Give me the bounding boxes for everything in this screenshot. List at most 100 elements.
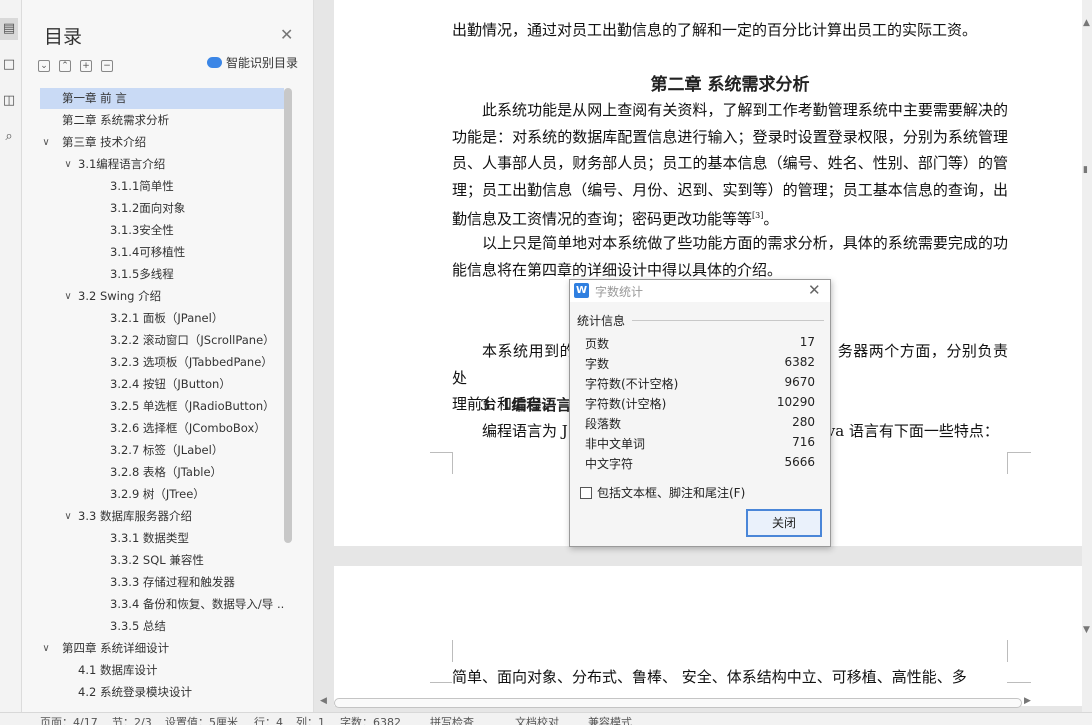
- toc-item[interactable]: 第二章 系统需求分析: [40, 110, 284, 131]
- toc-item[interactable]: 3.3.1 数据类型: [40, 528, 284, 549]
- status-spellcheck[interactable]: 拼写检查: [430, 714, 474, 725]
- toc-item-label: 3.3 数据库服务器介绍: [78, 509, 192, 523]
- pages-icon[interactable]: □: [0, 54, 18, 76]
- toc-item[interactable]: 第一章 前 言: [40, 88, 284, 109]
- toc-item[interactable]: ∨ 第三章 技术介绍: [40, 132, 284, 153]
- toc-item[interactable]: 4.2 系统登录模块设计: [40, 682, 284, 698]
- toc-item[interactable]: ∨ 3.3 数据库服务器介绍: [40, 506, 284, 527]
- stat-value: 9670: [784, 375, 815, 389]
- toc-item[interactable]: 3.1.2面向对象: [40, 198, 284, 219]
- smart-toc-button[interactable]: 智能识别目录: [207, 54, 298, 71]
- checkbox-label: 包括文本框、脚注和尾注(F): [597, 486, 746, 500]
- toc-item[interactable]: 3.2.7 标签（JLabel）: [40, 440, 284, 461]
- toc-item-label: 4.2 系统登录模块设计: [78, 685, 192, 698]
- toc-item[interactable]: 3.2.8 表格（JTable）: [40, 462, 284, 483]
- status-proof[interactable]: 文档校对: [515, 714, 559, 725]
- stat-label: 段落数: [585, 417, 622, 431]
- bookmark-icon[interactable]: ◫: [0, 90, 18, 112]
- toc-item-label: 第三章 技术介绍: [62, 135, 147, 149]
- stat-label: 字符数(计空格): [585, 397, 667, 411]
- dialog-titlebar[interactable]: W 字数统计 ✕: [570, 280, 830, 302]
- left-icon-strip: ▤ □ ◫ ⌕: [0, 0, 22, 712]
- remove-icon[interactable]: −: [101, 59, 113, 72]
- toc-item-label: 3.2.2 滚动窗口（JScrollPane）: [110, 333, 275, 347]
- scroll-down-icon[interactable]: ▼: [1083, 625, 1090, 635]
- stat-value: 716: [792, 435, 815, 449]
- toc-item-label: 3.3.3 存储过程和触发器: [110, 575, 235, 589]
- horizontal-scrollbar[interactable]: ◀ ▶: [320, 696, 1035, 710]
- scroll-track[interactable]: [334, 698, 1022, 708]
- stat-label: 字数: [585, 357, 610, 371]
- toc-item[interactable]: 3.2.9 树（JTree）: [40, 484, 284, 505]
- expand-up-icon[interactable]: ⌃: [59, 59, 71, 72]
- status-bar: 页面：4/17 节：2/3 设置值：5厘米 行：4 列：1 字数：6382 拼写…: [0, 712, 1092, 725]
- toc-item-label: 3.1编程语言介绍: [78, 157, 166, 171]
- toc-item[interactable]: 3.2.4 按钮（JButton）: [40, 374, 284, 395]
- toc-item-label: 3.2.1 面板（JPanel）: [110, 311, 224, 325]
- toc-item-label: 3.2.8 表格（JTable）: [110, 465, 223, 479]
- toc-item-label: 3.2.5 单选框（JRadioButton）: [110, 399, 275, 413]
- toc-item-label: 3.3.5 总结: [110, 619, 166, 633]
- stat-label: 非中文单词: [585, 437, 646, 451]
- toc-item[interactable]: ∨ 3.2 Swing 介绍: [40, 286, 284, 307]
- status-setting: 设置值：5厘米: [165, 716, 238, 725]
- margin-mark: [430, 661, 452, 683]
- toc-item[interactable]: 3.3.3 存储过程和触发器: [40, 572, 284, 593]
- toc-item-label: 3.1.4可移植性: [110, 245, 186, 259]
- stat-value: 280: [792, 415, 815, 429]
- toc-item[interactable]: 3.2.1 面板（JPanel）: [40, 308, 284, 329]
- margin-mark: [452, 452, 474, 474]
- toc-item[interactable]: 3.2.5 单选框（JRadioButton）: [40, 396, 284, 417]
- toc-item-label: 3.1.5多线程: [110, 267, 174, 281]
- chevron-down-icon[interactable]: ∨: [62, 286, 74, 307]
- chevron-down-icon[interactable]: ∨: [62, 154, 74, 175]
- scroll-up-icon[interactable]: ▲: [1083, 18, 1090, 28]
- checkbox-icon[interactable]: [580, 487, 592, 499]
- toc-item[interactable]: 3.1.5多线程: [40, 264, 284, 285]
- toc-item[interactable]: 3.3.2 SQL 兼容性: [40, 550, 284, 571]
- close-icon[interactable]: ✕: [808, 281, 821, 299]
- toc-panel-icon[interactable]: ▤: [0, 18, 18, 40]
- search-icon[interactable]: ⌕: [0, 126, 18, 148]
- scroll-left-icon[interactable]: ◀: [320, 696, 327, 706]
- chevron-down-icon[interactable]: ∨: [40, 132, 52, 153]
- toc-panel: 目录 ✕ ⌄ ⌃ + − 智能识别目录 第一章 前 言第二章 系统需求分析 ∨ 第三章 技…: [22, 0, 314, 712]
- toc-item[interactable]: 3.3.5 总结: [40, 616, 284, 637]
- toc-item-label: 3.3.4 备份和恢复、数据导入/导 ...: [110, 597, 284, 611]
- status-col: 列：1: [296, 716, 325, 725]
- stat-value: 5666: [784, 455, 815, 469]
- close-icon[interactable]: ✕: [280, 25, 293, 44]
- toc-item[interactable]: 3.2.6 选择框（JComboBox）: [40, 418, 284, 439]
- toc-item-label: 3.1.1简单性: [110, 179, 174, 193]
- include-textbox-checkbox[interactable]: 包括文本框、脚注和尾注(F): [580, 484, 745, 501]
- toc-item[interactable]: 3.1.4可移植性: [40, 242, 284, 263]
- add-icon[interactable]: +: [80, 59, 92, 72]
- vertical-scrollbar[interactable]: ▲ ▮ ▼: [1082, 0, 1092, 712]
- chevron-down-icon[interactable]: ∨: [40, 638, 52, 659]
- toc-scrollbar[interactable]: [284, 88, 292, 543]
- status-row: 行：4: [254, 716, 283, 725]
- toc-item[interactable]: 3.1.3安全性: [40, 220, 284, 241]
- scroll-right-icon[interactable]: ▶: [1024, 696, 1031, 706]
- margin-mark: [1007, 452, 1031, 474]
- dialog-title: 字数统计: [595, 285, 644, 299]
- toc-item[interactable]: 3.2.3 选项板（JTabbedPane）: [40, 352, 284, 373]
- status-wordcount[interactable]: 字数：6382: [340, 714, 401, 725]
- toc-item[interactable]: ∨ 3.1编程语言介绍: [40, 154, 284, 175]
- close-button[interactable]: 关闭: [746, 509, 822, 537]
- stat-row: 字符数(不计空格) 9670: [585, 372, 815, 392]
- toc-list: 第一章 前 言第二章 系统需求分析 ∨ 第三章 技术介绍 ∨ 3.1编程语言介绍 3.1.…: [22, 88, 284, 698]
- cloud-icon: [207, 57, 222, 68]
- toc-item[interactable]: 3.3.4 备份和恢复、数据导入/导 ...: [40, 594, 284, 615]
- collapse-all-icon[interactable]: ⌄: [38, 59, 50, 72]
- toc-title: 目录: [44, 26, 83, 48]
- toc-item[interactable]: 4.1 数据库设计: [40, 660, 284, 681]
- stat-label: 字符数(不计空格): [585, 377, 679, 391]
- toc-item[interactable]: 3.2.2 滚动窗口（JScrollPane）: [40, 330, 284, 351]
- margin-mark: [1007, 640, 1008, 662]
- status-page[interactable]: 页面：4/17: [40, 714, 98, 725]
- toc-item[interactable]: ∨ 第四章 系统详细设计: [40, 638, 284, 659]
- scroll-thumb-icon[interactable]: ▮: [1083, 165, 1088, 175]
- chevron-down-icon[interactable]: ∨: [62, 506, 74, 527]
- toc-item[interactable]: 3.1.1简单性: [40, 176, 284, 197]
